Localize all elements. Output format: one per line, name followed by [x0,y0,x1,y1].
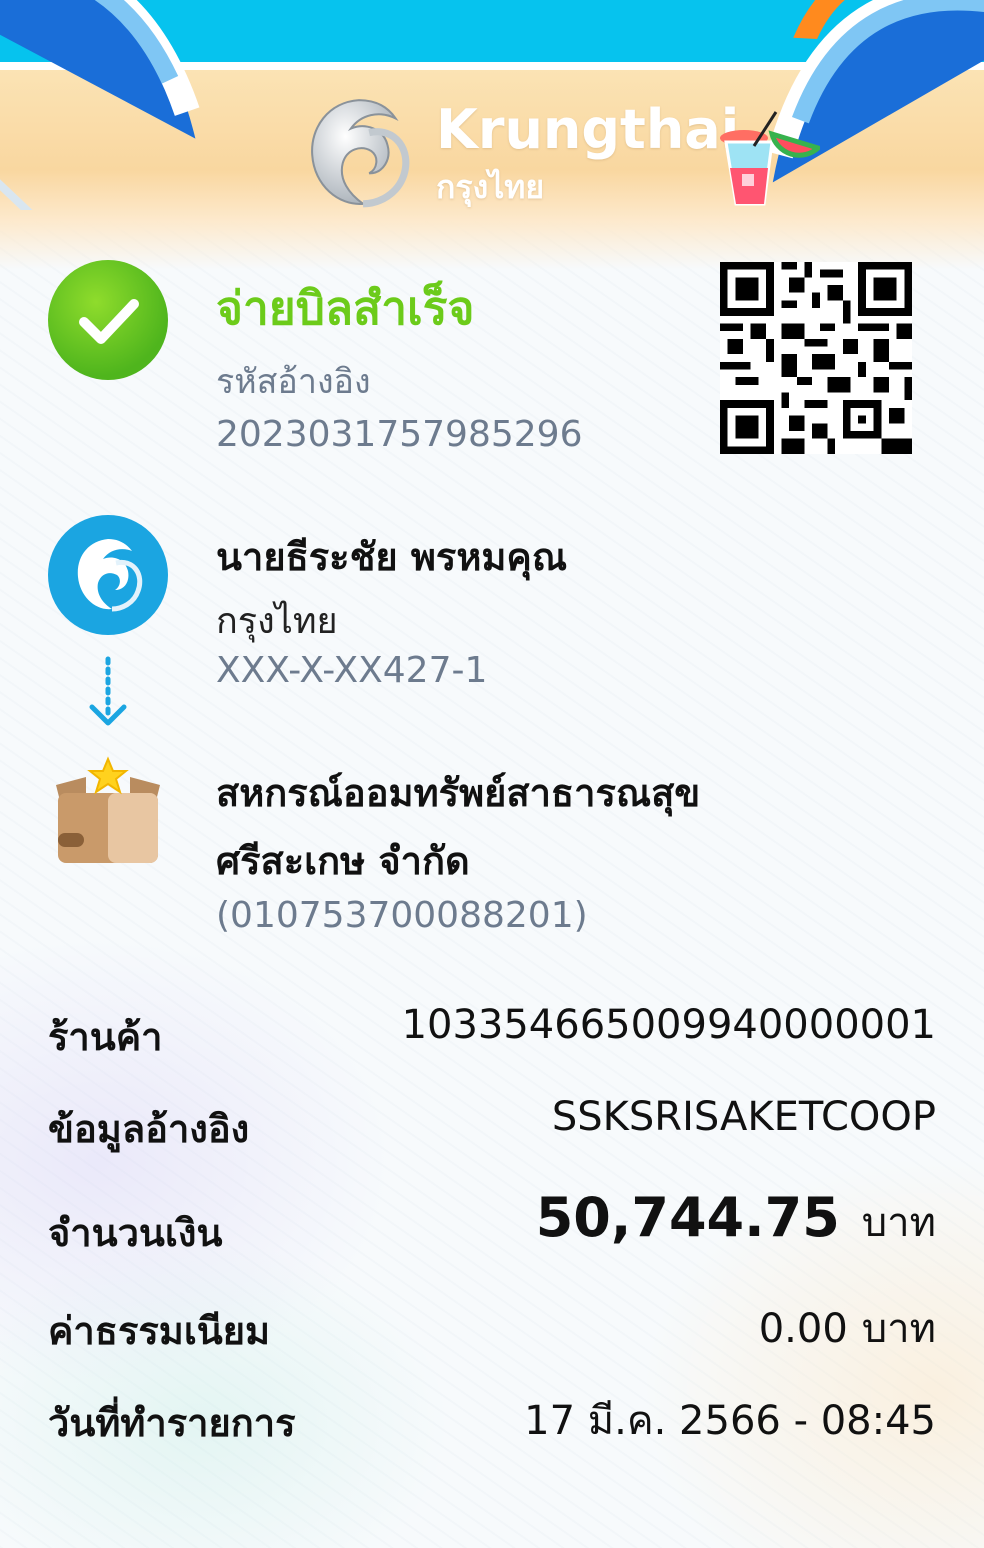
store-value: 103354665009940000001 [401,1002,936,1048]
header-banner: Krungthai กรุงไทย [0,0,984,270]
reference-number: 2023031757985296 [216,414,583,455]
sender-account: XXX-X-XX427-1 [216,650,488,691]
amount-unit: บาท [861,1200,936,1246]
transaction-date-label: วันที่ทำรายการ [48,1401,296,1445]
qr-code-icon[interactable] [720,262,912,454]
amount-label: จำนวนเงิน [48,1211,223,1255]
krungthai-logo-icon [77,539,143,612]
amount-row: 50,744.75 บาท [536,1186,936,1254]
store-label: ร้านค้า [48,1015,163,1059]
fee-label: ค่าธรรมเนียม [48,1309,271,1353]
biller-tax-id: (010753700088201) [216,895,588,936]
reference-label: รหัสอ้างอิง [216,362,371,402]
fee-value: 0.00 [758,1306,848,1352]
summer-drink-icon [720,111,820,206]
dotted-arrow-down-icon [89,656,127,726]
biller-name-line1: สหกรณ์ออมทรัพย์สาธารณสุข [216,771,701,815]
status-title: จ่ายบิลสำเร็จ [216,281,475,335]
biller-name-line2: ศรีสะเกษ จำกัด [216,839,470,883]
gift-box-star-icon [56,756,160,863]
amount-value: 50,744.75 [535,1186,840,1249]
bank-avatar [48,515,168,635]
brand-name-en: Krungthai [436,98,740,161]
brand-name-th: กรุงไทย [436,168,545,206]
krungthai-logo-icon [311,99,410,208]
reference-info-label: ข้อมูลอ้างอิง [48,1107,250,1151]
fee-unit: บาท [861,1306,936,1352]
transaction-date-value: 17 มี.ค. 2566 - 08:45 [524,1398,936,1444]
sender-bank: กรุงไทย [216,601,338,642]
reference-info-value: SSKSRISAKETCOOP [551,1094,936,1140]
beach-umbrella-icon [0,0,200,210]
sender-name: นายธีระชัย พรหมคุณ [216,535,568,579]
fee-row: 0.00 บาท [759,1296,936,1360]
check-circle-icon [48,260,168,380]
